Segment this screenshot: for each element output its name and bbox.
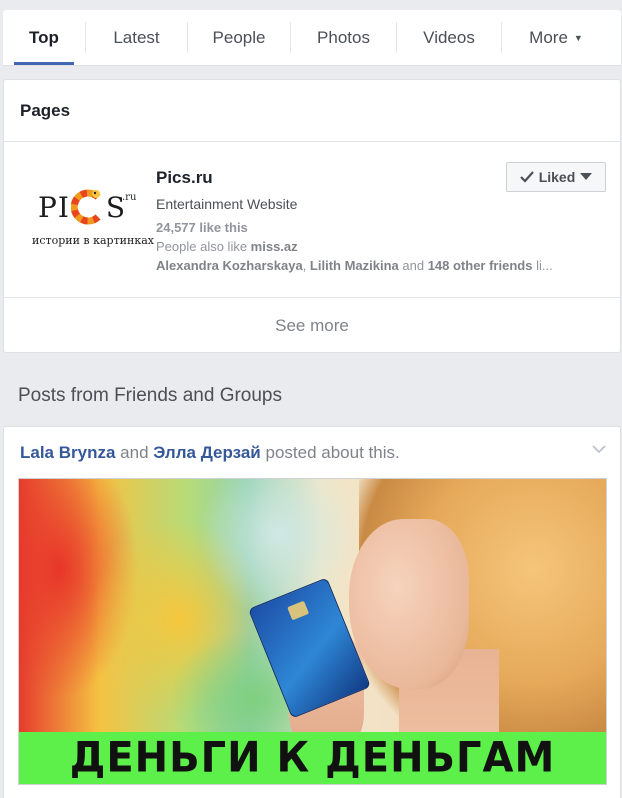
tab-videos[interactable]: Videos bbox=[397, 10, 501, 65]
friend-link[interactable]: Alexandra Kozharskaya bbox=[156, 258, 303, 273]
checkmark-icon bbox=[519, 171, 534, 183]
also-like-page-link[interactable]: miss.az bbox=[251, 239, 298, 254]
pages-results-card: Pages PI S .ru истории в картинках Pics.… bbox=[3, 79, 621, 353]
tab-videos-label: Videos bbox=[423, 27, 475, 47]
friends-separator: , bbox=[302, 258, 310, 273]
tab-top-label: Top bbox=[29, 27, 59, 47]
chevron-down-icon[interactable] bbox=[592, 445, 606, 454]
liked-button[interactable]: Liked bbox=[506, 162, 606, 192]
friend-link[interactable]: Lilith Mazikina bbox=[310, 258, 399, 273]
liked-button-label: Liked bbox=[538, 169, 576, 185]
other-friends-link[interactable]: 148 other friends bbox=[428, 258, 533, 273]
tab-photos-label: Photos bbox=[317, 27, 370, 47]
page-logo[interactable]: PI S .ru истории в картинках bbox=[24, 186, 154, 256]
pages-section-header: Pages bbox=[4, 80, 620, 142]
post-header: Lala Brynza and Элла Дерзай posted about… bbox=[20, 443, 400, 463]
tab-people-label: People bbox=[212, 27, 266, 47]
post-card: Lala Brynza and Элла Дерзай posted about… bbox=[3, 426, 621, 798]
also-like-prefix: People also like bbox=[156, 239, 251, 254]
page-result: PI S .ru истории в картинках Pics.ru Ent… bbox=[4, 142, 620, 298]
page-like-count: 24,577 like this bbox=[156, 220, 248, 235]
post-action: posted about this. bbox=[260, 443, 400, 462]
search-tabs: Top Latest People Photos Videos More ▼ bbox=[3, 10, 621, 66]
logo-wordmark: PI S bbox=[38, 189, 127, 225]
card-chip bbox=[287, 600, 310, 621]
banner-text: ДЕНЬГИ К ДЕНЬГАМ bbox=[69, 733, 556, 783]
page-also-like: People also like miss.az bbox=[156, 239, 602, 254]
posts-section-title: Posts from Friends and Groups bbox=[18, 385, 282, 406]
post-actor-link[interactable]: Lala Brynza bbox=[20, 443, 115, 462]
caret-down-icon bbox=[580, 173, 593, 180]
tab-photos[interactable]: Photos bbox=[291, 10, 396, 65]
friends-separator: and bbox=[398, 258, 428, 273]
tab-latest[interactable]: Latest bbox=[86, 10, 187, 65]
image-face bbox=[349, 519, 469, 689]
tab-top[interactable]: Top bbox=[3, 10, 85, 65]
tab-latest-label: Latest bbox=[113, 27, 160, 47]
page-friends-like: Alexandra Kozharskaya, Lilith Mazikina a… bbox=[156, 258, 608, 273]
post-actor-link[interactable]: Элла Дерзай bbox=[153, 443, 261, 462]
post-connector: and bbox=[115, 443, 154, 462]
tab-more[interactable]: More ▼ bbox=[502, 10, 610, 65]
logo-tagline: истории в картинках bbox=[32, 234, 154, 247]
see-more-link[interactable]: See more bbox=[4, 298, 620, 353]
caret-down-icon: ▼ bbox=[573, 32, 583, 43]
logo-c-graphic bbox=[70, 189, 101, 225]
tab-people[interactable]: People bbox=[188, 10, 290, 65]
page-category: Entertainment Website bbox=[156, 196, 298, 212]
image-banner: ДЕНЬГИ К ДЕНЬГАМ bbox=[19, 732, 606, 784]
friends-suffix: li... bbox=[532, 258, 553, 273]
logo-domain: .ru bbox=[122, 192, 137, 203]
post-image[interactable]: ДЕНЬГИ К ДЕНЬГАМ bbox=[18, 478, 607, 785]
tab-more-label: More bbox=[529, 27, 568, 47]
